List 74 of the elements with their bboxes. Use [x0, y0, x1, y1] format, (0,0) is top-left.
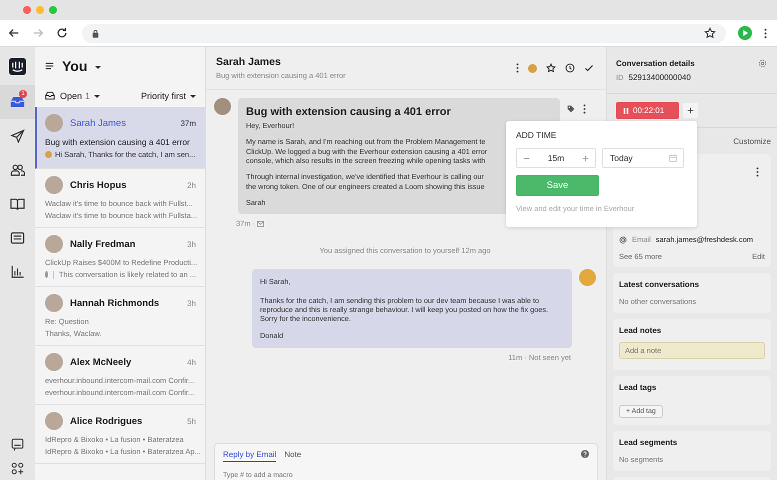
help-icon[interactable]	[581, 450, 589, 458]
contact-name: Sarah James	[70, 118, 127, 128]
settings-icon[interactable]	[758, 58, 767, 68]
book-icon	[10, 197, 25, 211]
bar-chart-icon	[10, 265, 25, 279]
conversation-time: 4h	[187, 358, 196, 366]
conversation-id: 52913400000040	[628, 72, 691, 82]
paper-plane-icon	[10, 129, 25, 143]
timer-button[interactable]: 00:22:01	[616, 102, 679, 119]
date-field[interactable]: Today	[602, 148, 684, 168]
agent-avatar-circle	[579, 269, 596, 286]
extension-play-icon[interactable]	[738, 26, 752, 40]
browser-menu-icon[interactable]	[764, 28, 767, 38]
section-title: Latest conversations	[619, 280, 700, 289]
contact-name: Chris Hopus	[70, 180, 128, 190]
reply-tab[interactable]: Reply by Email	[223, 446, 276, 462]
avatar-circle	[45, 412, 63, 430]
more-options-icon[interactable]	[756, 167, 759, 177]
pause-icon	[623, 106, 629, 114]
contact-name: Alex McNeely	[70, 356, 132, 368]
contact-name: Sarah James	[216, 56, 282, 68]
plus-icon	[687, 107, 694, 114]
section-title: Lead notes	[619, 326, 662, 335]
bot-avatar-circle	[45, 271, 48, 278]
back-arrow-icon[interactable]	[8, 27, 20, 39]
caret-icon[interactable]	[95, 66, 102, 68]
clock-icon[interactable]	[565, 63, 575, 73]
avatar-circle	[45, 114, 63, 132]
panel-title: Conversation details	[616, 58, 695, 68]
reply-tab[interactable]: Note	[284, 446, 302, 462]
agent-avatar-circle	[45, 151, 52, 158]
avatar-circle	[45, 294, 63, 312]
lock-icon	[92, 28, 99, 38]
conversation-subject: Bug with extension causing a 401 error	[45, 137, 191, 147]
section-title: Lead segments	[619, 438, 678, 447]
more-options-icon[interactable]	[516, 63, 519, 73]
conversation-time: 3h	[187, 298, 196, 308]
contact-name: Alice Rodrigues	[70, 416, 144, 426]
checkmark-icon[interactable]	[584, 63, 594, 73]
add-apps-icon[interactable]	[11, 462, 24, 474]
conversation-time: 5h	[187, 416, 196, 426]
at-sign-icon	[619, 236, 627, 244]
inbox-icon	[10, 95, 25, 109]
conversation-time: 2h	[187, 180, 196, 190]
email-icon	[257, 220, 264, 227]
popover-title: ADD TIME	[516, 130, 558, 140]
conversation-time: 3h	[187, 240, 196, 248]
calendar-icon	[669, 154, 677, 162]
bookmark-star-icon[interactable]	[704, 27, 716, 39]
avatar-circle	[45, 353, 63, 371]
menu-icon[interactable]	[45, 62, 54, 70]
duration-value: 15m	[548, 153, 564, 163]
star-icon[interactable]	[546, 63, 556, 73]
message-title: Bug with extension causing a 401 error	[246, 105, 452, 120]
contact-name: Hannah Richmonds	[70, 298, 160, 308]
reload-icon[interactable]	[56, 27, 68, 39]
add-time-button[interactable]	[683, 103, 698, 118]
avatar-circle	[45, 176, 63, 194]
section-title: Lead tags	[619, 383, 658, 392]
sort-dropdown[interactable]: Priority first	[141, 90, 196, 100]
avatar-circle	[45, 235, 63, 253]
people-icon	[10, 163, 25, 177]
tag-icon[interactable]	[567, 105, 575, 113]
chat-icon[interactable]	[11, 438, 24, 450]
contact-name: Nally Fredman	[70, 238, 136, 250]
app-logo-icon[interactable]	[9, 58, 26, 74]
customize-link[interactable]: Customize	[733, 136, 771, 146]
inbox-icon	[45, 91, 55, 100]
sender-avatar-circle	[214, 98, 231, 115]
conversation-time: 37m	[180, 118, 196, 128]
status-filter[interactable]: Open 1	[45, 90, 100, 100]
more-options-icon[interactable]	[583, 104, 586, 114]
inbox-title[interactable]: You	[62, 58, 88, 74]
card-icon	[10, 231, 25, 245]
